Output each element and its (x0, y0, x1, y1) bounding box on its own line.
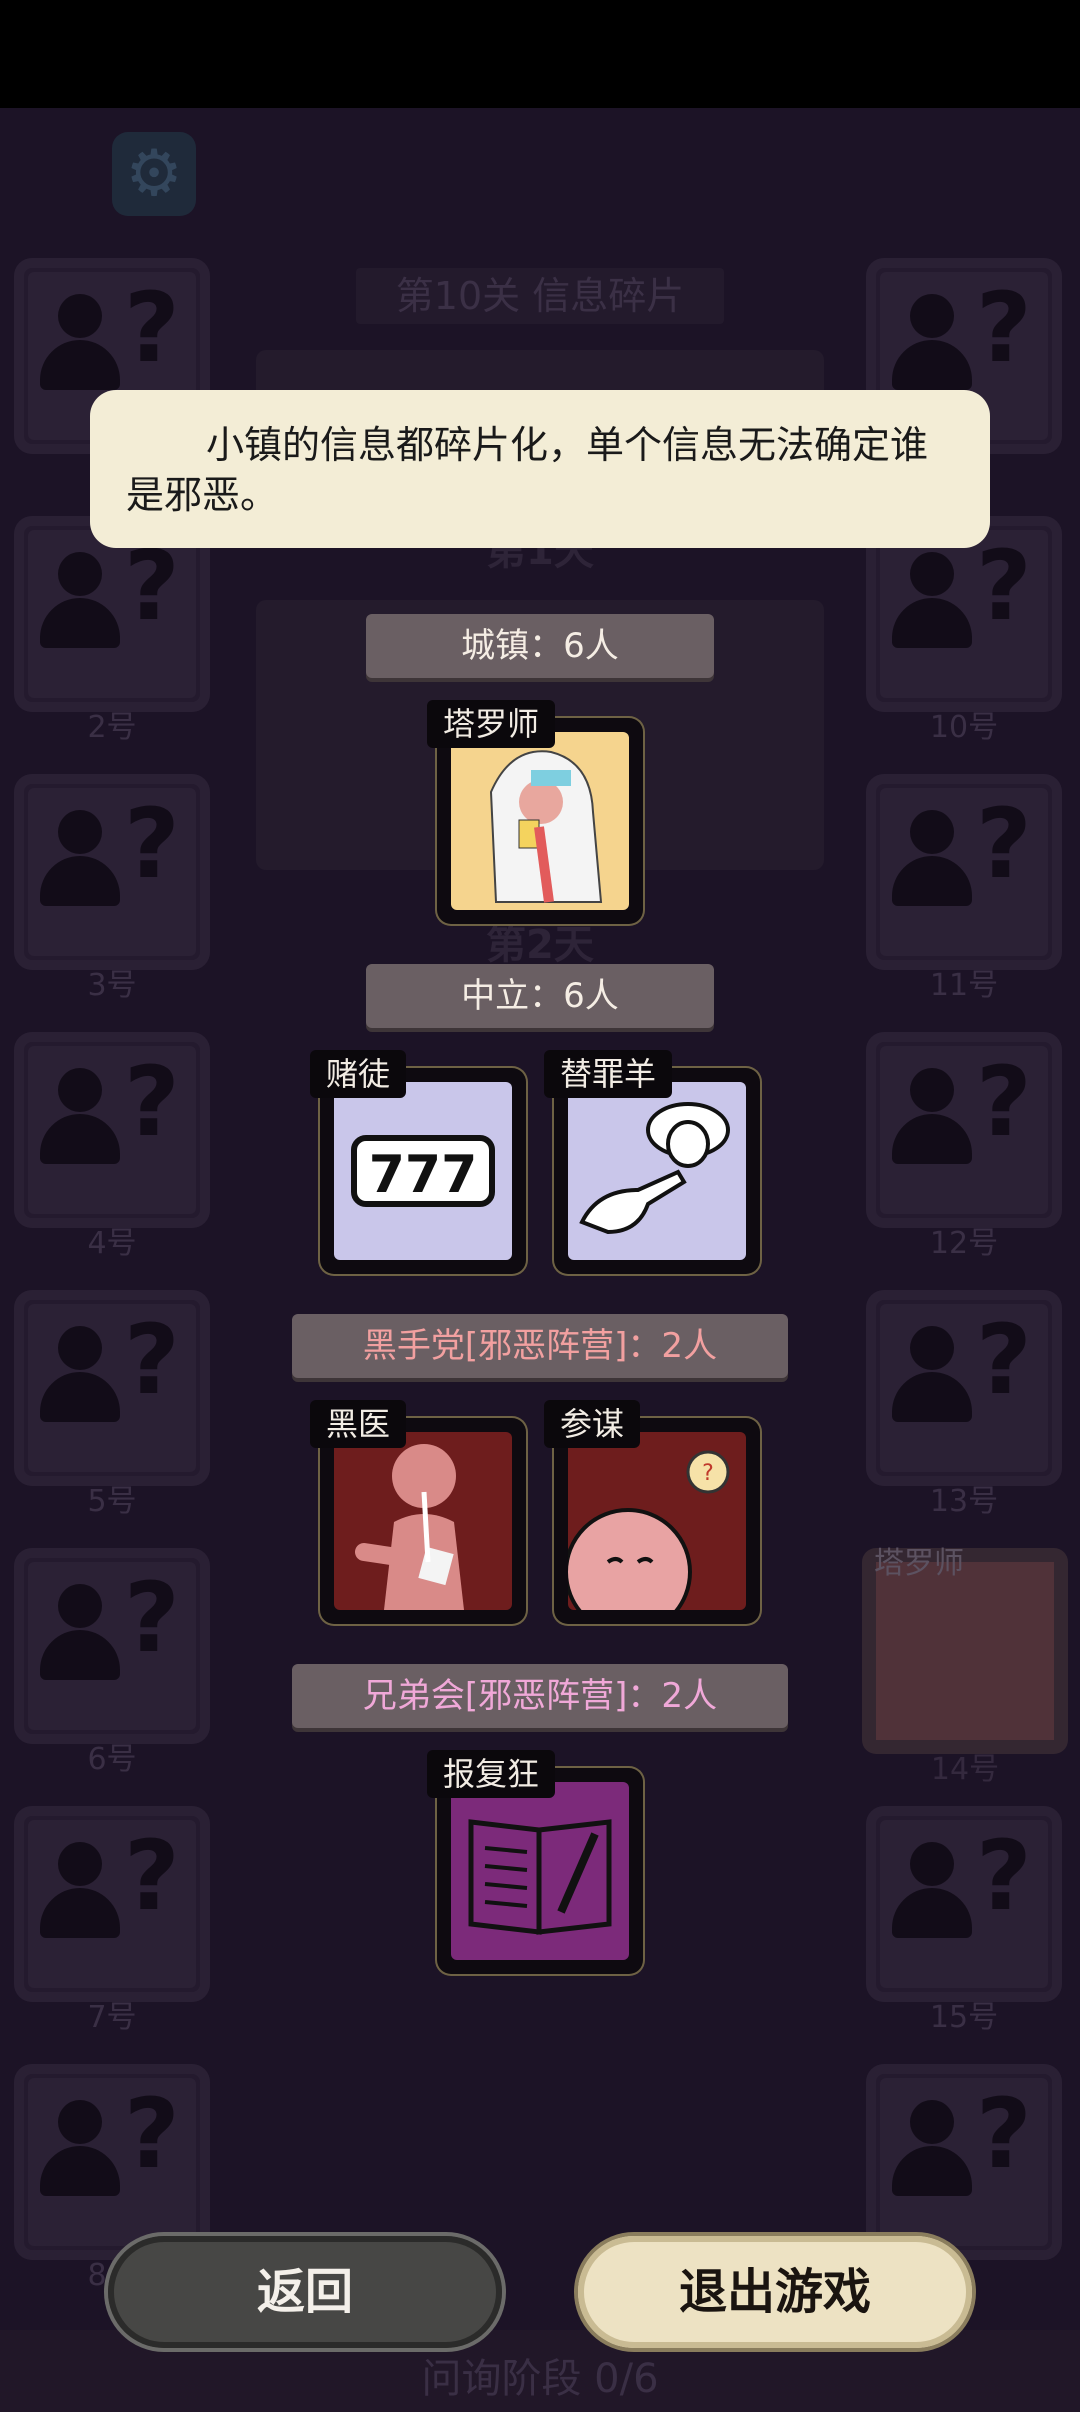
level-title: 第10关 信息碎片 (356, 268, 724, 324)
phase-label: 问询阶段 0/6 (421, 2356, 659, 2402)
player-slot[interactable]: ? (866, 2064, 1062, 2260)
player-slot[interactable]: ? 4号 (14, 1032, 210, 1261)
player-number: 3号 (87, 968, 137, 1003)
role-card-advisor[interactable]: ? 参谋 (544, 1400, 760, 1624)
svg-text:?: ? (702, 1461, 714, 1486)
status-bar (0, 0, 1080, 108)
player-number: 15号 (929, 2000, 999, 2035)
brotherhood-header: 兄弟会[邪恶阵营]：2人 (292, 1664, 788, 1728)
back-button[interactable]: 返回 (108, 2236, 502, 2348)
player-number: 5号 (87, 1484, 137, 1519)
player-slot[interactable]: ? 6号 (14, 1548, 210, 1777)
player-slot[interactable]: ? 7号 (14, 1806, 210, 2035)
notebook-knife-icon (451, 1782, 629, 1960)
player-number: 14号 (930, 1752, 1000, 1787)
role-label: 报复狂 (427, 1750, 556, 1798)
mafia-header: 黑手党[邪恶阵营]：2人 (292, 1314, 788, 1378)
player-number: 13号 (929, 1484, 999, 1519)
slot-777-icon: 777 (334, 1082, 512, 1260)
player-slot[interactable]: ? 3号 (14, 774, 210, 1003)
tarot-reader-icon (451, 732, 629, 910)
neutral-header: 中立：6人 (366, 964, 714, 1028)
role-label: 替罪羊 (544, 1050, 673, 1098)
bandaged-figure-icon (334, 1432, 512, 1610)
player-number: 6号 (87, 1742, 137, 1777)
player-slot-revealed[interactable]: 塔罗师 14号 (862, 1546, 1068, 1787)
level-hint-tooltip: 小镇的信息都碎片化，单个信息无法确定谁是邪恶。 (90, 390, 990, 548)
role-card-black-doctor[interactable]: 黑医 (310, 1400, 526, 1624)
player-slot[interactable]: ? 15号 (866, 1806, 1062, 2035)
player-slot[interactable]: ? 5号 (14, 1290, 210, 1519)
gear-icon[interactable]: ⚙ (112, 132, 196, 216)
town-header: 城镇：6人 (366, 614, 714, 678)
lightbulb-advisor-icon: ? (568, 1432, 746, 1610)
role-card-scapegoat[interactable]: 替罪羊 (544, 1050, 760, 1274)
role-label: 参谋 (544, 1400, 641, 1448)
player-slot[interactable]: ?8号 (14, 2064, 210, 2293)
role-card-avenger[interactable]: 报复狂 (427, 1750, 643, 1974)
exit-game-button[interactable]: 退出游戏 (578, 2236, 972, 2348)
player-number: 11号 (929, 968, 999, 1003)
role-label: 赌徒 (310, 1050, 407, 1098)
player-slot[interactable]: ? 12号 (866, 1032, 1062, 1261)
role-label: 塔罗师 (427, 700, 556, 748)
player-slot[interactable]: ? 11号 (866, 774, 1062, 1003)
player-number: 4号 (87, 1226, 137, 1261)
svg-text:777: 777 (369, 1145, 478, 1205)
player-slot[interactable]: ? 13号 (866, 1290, 1062, 1519)
role-label: 黑医 (310, 1400, 407, 1448)
player-number: 10号 (929, 710, 999, 745)
role-card-gambler[interactable]: 777 赌徒 (310, 1050, 526, 1274)
player-number: 12号 (929, 1226, 999, 1261)
player-number: 7号 (87, 2000, 137, 2035)
pointing-sheep-icon (568, 1082, 746, 1260)
player-number: 2号 (87, 710, 137, 745)
revealed-role-label: 塔罗师 (874, 1546, 964, 1581)
role-card-tarot[interactable]: 塔罗师 (427, 700, 643, 924)
